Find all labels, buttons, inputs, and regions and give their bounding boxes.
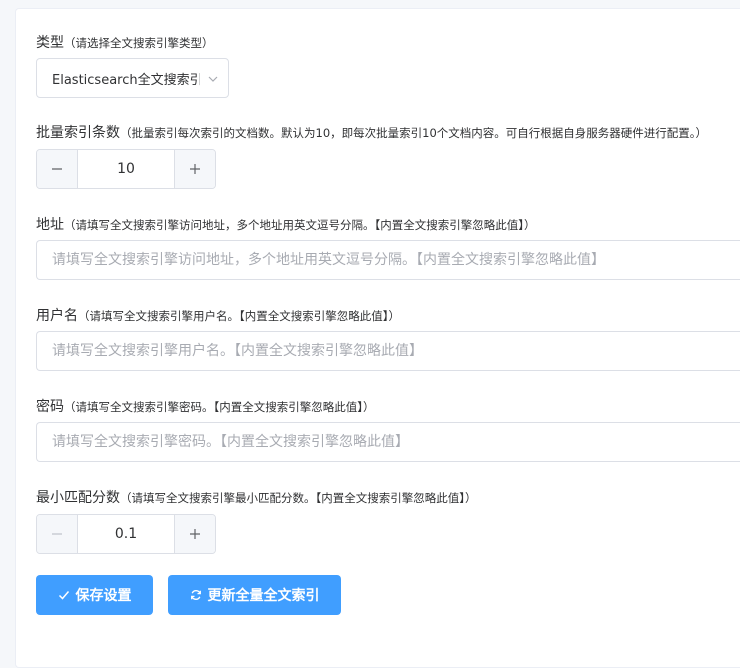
type-label: 类型 [36,35,64,51]
batch-decrease-button[interactable] [37,150,78,188]
minus-icon [52,533,62,535]
batch-stepper[interactable]: 10 [36,149,216,189]
minus-icon [52,168,62,170]
username-input[interactable] [36,331,740,371]
min-score-label-row: 最小匹配分数（请填写全文搜索引擎最小匹配分数。【内置全文搜索引擎忽略此值】） [36,488,477,508]
batch-value[interactable]: 10 [78,150,174,188]
username-label-row: 用户名（请填写全文搜索引擎用户名。【内置全文搜索引擎忽略此值】） [36,306,400,326]
plus-icon [190,529,200,539]
address-hint: （请填写全文搜索引擎访问地址，多个地址用英文逗号分隔。【内置全文搜索引擎忽略此值… [64,218,536,232]
address-input[interactable] [36,240,740,280]
type-label-row: 类型（请选择全文搜索引擎类型） [36,33,214,53]
type-select-value: Elasticsearch全文搜索引擎 [52,72,200,88]
password-input[interactable] [36,422,740,462]
type-select[interactable]: Elasticsearch全文搜索引擎 [36,58,229,98]
plus-icon [190,164,200,174]
password-label: 密码 [36,399,64,415]
save-button[interactable]: 保存设置 [36,575,153,615]
rebuild-index-button[interactable]: 更新全量全文索引 [168,575,341,615]
rebuild-index-button-label: 更新全量全文索引 [207,588,320,604]
username-hint: （请填写全文搜索引擎用户名。【内置全文搜索引擎忽略此值】） [78,309,400,323]
check-icon [58,591,69,600]
refresh-icon [190,590,201,600]
address-label-row: 地址（请填写全文搜索引擎访问地址，多个地址用英文逗号分隔。【内置全文搜索引擎忽略… [36,215,536,235]
password-label-row: 密码（请填写全文搜索引擎密码。【内置全文搜索引擎忽略此值】） [36,397,375,417]
batch-hint: （批量索引每次索引的文档数。默认为10，即每次批量索引10个文档内容。可自行根据… [120,126,708,140]
batch-increase-button[interactable] [174,150,215,188]
min-score-hint: （请填写全文搜索引擎最小匹配分数。【内置全文搜索引擎忽略此值】） [120,491,477,505]
chevron-down-icon [208,76,218,82]
batch-label-row: 批量索引条数（批量索引每次索引的文档数。默认为10，即每次批量索引10个文档内容… [36,123,707,143]
address-label: 地址 [36,217,64,233]
type-hint: （请选择全文搜索引擎类型） [64,36,214,50]
min-score-increase-button[interactable] [174,515,215,553]
username-label: 用户名 [36,308,78,324]
batch-label: 批量索引条数 [36,125,120,141]
save-button-label: 保存设置 [75,588,132,604]
password-hint: （请填写全文搜索引擎密码。【内置全文搜索引擎忽略此值】） [64,400,375,414]
settings-panel: 类型（请选择全文搜索引擎类型） Elasticsearch全文搜索引擎 批量索引… [15,8,740,668]
min-score-stepper[interactable]: 0.1 [36,514,216,554]
min-score-value[interactable]: 0.1 [78,515,174,553]
min-score-decrease-button[interactable] [37,515,78,553]
min-score-label: 最小匹配分数 [36,490,120,506]
